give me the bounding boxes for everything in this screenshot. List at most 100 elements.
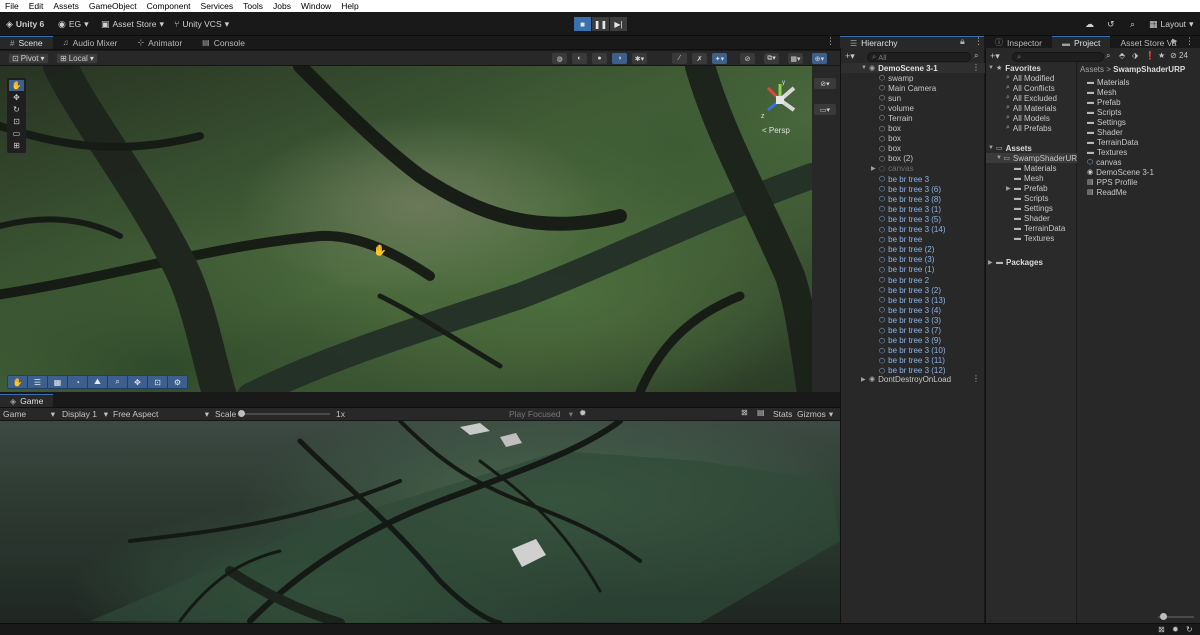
hierarchy-item[interactable]: ⬡ sun bbox=[841, 93, 985, 103]
packages-row[interactable]: ▶ ▬ Packages bbox=[988, 257, 1043, 267]
hierarchy-item[interactable]: ⬡ be br tree 3 (6) bbox=[841, 184, 985, 194]
asset-store-dropdown[interactable]: ▣ Asset Store ▾ bbox=[101, 17, 164, 31]
favorite-item[interactable]: ⌕ All Modified bbox=[1006, 73, 1054, 83]
asset-item[interactable]: ▬ Scripts bbox=[1087, 107, 1121, 117]
hierarchy-item[interactable]: ⬡ be br tree 3 bbox=[841, 174, 985, 184]
menu-item-help[interactable]: Help bbox=[336, 0, 363, 12]
play-focused-dropdown[interactable]: Play Focused ▾ bbox=[509, 409, 573, 420]
hierarchy-item[interactable]: ▶ ⬡ canvas bbox=[841, 164, 985, 174]
favorite-item[interactable]: ⌕ All Materials bbox=[1006, 103, 1057, 113]
hand-overlay-button[interactable]: ✋ bbox=[8, 376, 27, 388]
scene-root-row[interactable]: ▼ ◉ DemoScene 3-1 bbox=[841, 63, 985, 73]
menu-item-gameobject[interactable]: GameObject bbox=[84, 0, 142, 12]
hierarchy-item[interactable]: ⬡ Main Camera bbox=[841, 83, 985, 93]
subfolder-item[interactable]: ▬ Textures bbox=[1006, 233, 1054, 243]
subfolder-item[interactable]: ▬ Materials bbox=[1006, 163, 1056, 173]
hierarchy-item[interactable]: ⬡ be br tree 3 (9) bbox=[841, 336, 985, 346]
visibility-toggle-button[interactable]: ⊘ bbox=[740, 53, 755, 64]
search-options-icon[interactable]: ⌕ bbox=[974, 51, 978, 61]
favorite-item[interactable]: ⌕ All Prefabs bbox=[1006, 123, 1052, 133]
hierarchy-item[interactable]: ⬡ be br tree 3 (5) bbox=[841, 214, 985, 224]
terrain-overlay-button[interactable]: ⛰ bbox=[88, 376, 107, 388]
project-search-input[interactable]: ⌕ bbox=[1012, 52, 1104, 62]
tab-console[interactable]: ▤ Console bbox=[192, 36, 255, 49]
asset-item[interactable]: ▬ Textures bbox=[1087, 147, 1127, 157]
progress-icon[interactable]: ⊠ bbox=[1158, 625, 1165, 634]
lock-icon[interactable]: 🔒︎ bbox=[960, 36, 965, 47]
asset-item[interactable]: ▬ Prefab bbox=[1087, 97, 1121, 107]
hierarchy-search-input[interactable]: ⌕ All bbox=[867, 52, 971, 62]
orientation-gizmo[interactable]: z y bbox=[760, 80, 800, 120]
hierarchy-item[interactable]: ⬡ be br tree 3 (7) bbox=[841, 326, 985, 336]
aspect-dropdown[interactable]: Free Aspect ▾ bbox=[113, 409, 209, 420]
subfolder-item[interactable]: ▬ TerrainData bbox=[1006, 223, 1065, 233]
hand-tool-button[interactable]: ✋ bbox=[9, 80, 24, 91]
vcs-dropdown[interactable]: ⑂ Unity VCS ▾ bbox=[174, 17, 229, 31]
hierarchy-item[interactable]: ⬡ be br tree 3 (14) bbox=[841, 225, 985, 235]
local-dropdown[interactable]: ⊞ Local ▾ bbox=[56, 53, 98, 64]
2d-toggle-button[interactable]: ⁄ bbox=[672, 53, 687, 64]
wireframe-button[interactable]: ◍ bbox=[552, 53, 567, 64]
hierarchy-item[interactable]: ⬡ swamp bbox=[841, 73, 985, 83]
stats-button[interactable]: Stats bbox=[773, 409, 792, 419]
menu-item-assets[interactable]: Assets bbox=[48, 0, 84, 12]
debug-icon[interactable]: ✹ bbox=[1172, 625, 1179, 634]
gizmos-dropdown[interactable]: ⊕▾ bbox=[812, 53, 827, 64]
gizmos-game-dropdown[interactable]: Gizmos ▾ bbox=[797, 409, 833, 420]
hierarchy-item[interactable]: ⬡ volume bbox=[841, 103, 985, 113]
grid-dropdown[interactable]: ▦▾ bbox=[788, 53, 803, 64]
subfolder-item[interactable]: ▬ Settings bbox=[1006, 203, 1053, 213]
unity-version-button[interactable]: ◈ Unity 6 bbox=[6, 17, 44, 31]
menu-item-file[interactable]: File bbox=[0, 0, 24, 12]
asset-item[interactable]: ⬡ canvas bbox=[1087, 157, 1121, 167]
asset-item[interactable]: ▬ TerrainData bbox=[1087, 137, 1138, 147]
settings-overlay-button[interactable]: ⚙ bbox=[168, 376, 187, 388]
unlit-button[interactable]: ● bbox=[592, 53, 607, 64]
scene-viewport[interactable]: ✋ bbox=[0, 66, 812, 392]
warning-filter-icon[interactable]: ❗ bbox=[1145, 51, 1155, 60]
effects-dropdown[interactable]: ✦▾ bbox=[712, 53, 727, 64]
visibility-icon[interactable]: ⊘ bbox=[1170, 51, 1177, 60]
shaded-button[interactable]: ◑ bbox=[612, 53, 627, 64]
asset-item[interactable]: ▤ ReadMe bbox=[1087, 187, 1127, 197]
create-asset-button[interactable]: +▾ bbox=[990, 51, 1000, 62]
menu-item-services[interactable]: Services bbox=[196, 0, 239, 12]
bug-icon[interactable]: ✹ bbox=[579, 408, 587, 419]
grid-overlay-button[interactable]: ▦ bbox=[48, 376, 67, 388]
hierarchy-item[interactable]: ⬡ box (2) bbox=[841, 154, 985, 164]
asset-item[interactable]: ◉ DemoScene 3-1 bbox=[1087, 167, 1154, 177]
subfolder-item[interactable]: ▶ ▬ Prefab bbox=[1006, 183, 1048, 193]
mute-audio-icon[interactable]: ⊠ bbox=[741, 408, 748, 417]
pivot-dropdown[interactable]: ⊡ Pivot ▾ bbox=[8, 53, 49, 64]
breadcrumb-current[interactable]: SwampShaderURP bbox=[1113, 65, 1185, 74]
search-overlay-button[interactable]: ⌕ bbox=[108, 376, 127, 388]
favorite-item[interactable]: ⌕ All Models bbox=[1006, 113, 1050, 123]
favorite-item[interactable]: ⌕ All Excluded bbox=[1006, 93, 1057, 103]
display-dropdown[interactable]: Display 1 ▾ bbox=[62, 409, 108, 420]
transform-tool-button[interactable]: ⊞ bbox=[9, 140, 24, 151]
scale-slider[interactable] bbox=[238, 410, 330, 417]
hierarchy-item[interactable]: ⬡ be br tree 3 (10) bbox=[841, 346, 985, 356]
star-icon[interactable]: ★ bbox=[1158, 51, 1165, 60]
cloud-button[interactable]: ☁ bbox=[1085, 17, 1094, 31]
asset-item[interactable]: ▬ Settings bbox=[1087, 117, 1126, 127]
rotate-overlay-button[interactable]: ◔ bbox=[68, 376, 87, 388]
search-by-type-icon[interactable]: ⌕ bbox=[1106, 51, 1110, 61]
hierarchy-item[interactable]: ⬡ be br tree 3 (3) bbox=[841, 315, 985, 325]
subfolder-item[interactable]: ▬ Mesh bbox=[1006, 173, 1044, 183]
hierarchy-item[interactable]: ⬡ be br tree 3 (2) bbox=[841, 285, 985, 295]
lighting-toggle-button[interactable]: ✗ bbox=[692, 53, 707, 64]
menu-item-edit[interactable]: Edit bbox=[24, 0, 49, 12]
scale-slider-handle[interactable] bbox=[238, 410, 245, 417]
hierarchy-item[interactable]: ⬡ be br tree (3) bbox=[841, 255, 985, 265]
rect-tool-button[interactable]: ▭ bbox=[9, 128, 24, 139]
icon-size-slider-handle[interactable] bbox=[1160, 613, 1167, 620]
scale-tool-button[interactable]: ⊡ bbox=[9, 116, 24, 127]
tab-game[interactable]: ◈ Game bbox=[0, 394, 54, 407]
search-button[interactable]: ⌕ bbox=[1130, 17, 1135, 31]
game-viewport[interactable] bbox=[0, 421, 840, 623]
layout-dropdown[interactable]: ▦ Layout ▾ bbox=[1149, 17, 1194, 31]
hierarchy-item[interactable]: ⬡ be br tree 3 (4) bbox=[841, 305, 985, 315]
camera-overlay-button[interactable]: ⊘▾ bbox=[814, 78, 836, 89]
hierarchy-item[interactable]: ⬡ be br tree 3 (8) bbox=[841, 194, 985, 204]
